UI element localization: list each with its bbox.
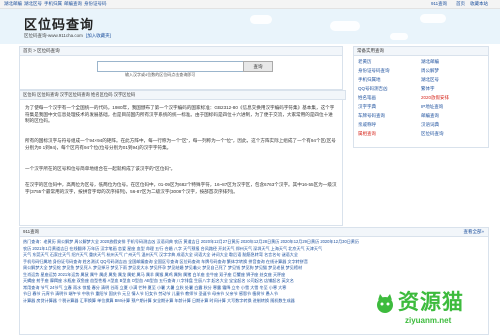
sidebar-item[interactable]: 汉字字典 <box>358 104 376 110</box>
top-link-hubei-postcode[interactable]: 湖北邮编 <box>4 1 22 7</box>
sidebar-item[interactable]: 姓名笔画 <box>358 95 376 101</box>
add-favorite-link[interactable]: [加入收藏夹] <box>86 33 111 38</box>
search-input[interactable] <box>97 61 249 72</box>
cloud-decoration <box>330 21 360 31</box>
top-link-hubei-areacode[interactable]: 湖北区号 <box>24 1 42 7</box>
sidebar-item[interactable]: 亲戚称呼 <box>358 122 376 128</box>
top-link-phone-location[interactable]: 手机归属 <box>44 1 62 7</box>
site-url-line: 区位码查询-www.911cha.com [加入收藏夹] <box>24 33 111 39</box>
sidebar-item[interactable]: 邮编查询 <box>421 113 439 119</box>
sidebar-item[interactable]: 周公解梦 <box>421 68 439 74</box>
sidebar-item[interactable]: QQ号码测吉凶 <box>358 86 388 92</box>
article-paragraph: 所有的国标汉字与符号组成一个94×94的矩阵。在此方阵中，每一行称为一个"区"，… <box>25 138 336 150</box>
article-paragraph: 为了使每一个汉字有一个全国统一的代码，1980年，我国颁布了第一个汉字编码的国家… <box>25 105 335 124</box>
sidebar-item[interactable]: 湖北区号 <box>421 77 439 83</box>
article-paragraph: 在汉字的区位码中，高两位为区号，低两位为位号。在区位码中，01-09区为682个… <box>25 182 337 194</box>
sidebar-item[interactable]: 手机归属地 <box>358 77 381 83</box>
article-body: 为了使每一个汉字有一个全国统一的代码，1980年，我国颁布了第一个汉字编码的国家… <box>19 99 343 226</box>
sidebar-title: 常备实用查询 <box>354 47 488 56</box>
top-bar: 湖北邮编 湖北区号 手机归属 邮编查询 身份证号码 911查询 首页 收藏本站 <box>0 0 500 9</box>
cloud-decoration <box>420 14 446 23</box>
search-button[interactable]: 查询 <box>243 61 273 72</box>
article-paragraph: 一个汉字所在的区号和位号简单地组合在一起就构成了该汉字的"区位码"。 <box>25 166 176 171</box>
cat-logo-icon <box>377 294 393 313</box>
watermark: 资源猫 ziyuanm.net <box>375 288 493 330</box>
sidebar-panel: 常备实用查询 老黄历 湖北邮编 身份证号码查询 周公解梦 手机归属地 湖北区号 … <box>353 46 489 148</box>
top-link-postcode-query[interactable]: 邮编查询 <box>64 1 82 7</box>
sidebar-item[interactable]: 汉语词典 <box>421 122 439 128</box>
watermark-text: 资源猫 <box>398 290 464 314</box>
search-hint: 输入汉字或4位数的区位码点击查询即可 <box>125 72 196 77</box>
link-directory-header: 911查询 查看全部» <box>20 228 488 237</box>
sidebar-item[interactable]: 车牌号码查询 <box>358 113 385 119</box>
cloud-decoration <box>250 15 272 24</box>
top-link-bookmark[interactable]: 收藏本站 <box>470 1 488 7</box>
sidebar-item[interactable]: 老黄历 <box>358 59 372 65</box>
top-link-home[interactable]: 首页 <box>456 1 465 7</box>
breadcrumb: 首页 > 区位码查询 <box>20 47 342 56</box>
link-directory-title: 911查询 <box>23 229 40 234</box>
sidebar-item-highlight[interactable]: 属相查询 <box>358 131 376 137</box>
sidebar-item[interactable]: IP地址查询 <box>421 104 443 110</box>
cloud-decoration <box>390 33 408 40</box>
sidebar-item-highlight[interactable]: 2020放假安排 <box>421 95 449 101</box>
sidebar-item[interactable]: 繁体字 <box>421 86 435 92</box>
top-link-id-card[interactable]: 身份证号码 <box>84 1 107 7</box>
watermark-url: ziyuanm.net <box>405 316 452 325</box>
site-url: 区位码查询-www.911cha.com <box>24 33 83 38</box>
site-logo[interactable]: 区位码查询 <box>24 14 94 33</box>
top-link-911cha[interactable]: 911查询 <box>431 1 447 7</box>
sidebar-item[interactable]: 湖北邮编 <box>421 59 439 65</box>
view-all-link[interactable]: 查看全部» <box>463 228 484 236</box>
sidebar-item[interactable]: 身份证号码查询 <box>358 68 390 74</box>
sidebar-item[interactable]: 区位码查询 <box>421 131 444 137</box>
